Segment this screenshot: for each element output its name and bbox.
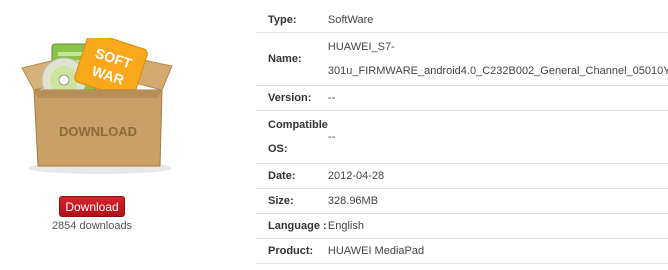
date-label: Date: (256, 163, 328, 189)
compatible-os-label: Compatible OS: (256, 110, 328, 164)
size-value: 328.96MB (327, 188, 668, 214)
info-row-size: Size: 328.96MB (256, 188, 668, 214)
file-info-table: Type: SoftWare Name: HUAWEI_S7- 301u_FIR… (256, 8, 668, 264)
language-label: Language : (256, 213, 328, 239)
version-label: Version: (256, 85, 328, 111)
download-button[interactable]: Download (59, 196, 125, 217)
type-label: Type: (256, 8, 328, 33)
info-row-product: Product: HUAWEI MediaPad (256, 238, 668, 264)
date-value: 2012-04-28 (327, 163, 668, 189)
compatible-os-value: -- (327, 110, 668, 164)
size-label: Size: (256, 188, 328, 214)
name-value-line2: 301u_FIRMWARE_android4.0_C232B002_Genera… (327, 65, 668, 77)
info-row-date: Date: 2012-04-28 (256, 163, 668, 189)
info-row-compatible-os: Compatible OS: -- (256, 110, 668, 164)
info-row-version: Version: -- (256, 85, 668, 111)
language-value: English (327, 213, 668, 239)
box-label: DOWNLOAD (59, 124, 137, 139)
name-value-line1: HUAWEI_S7- (327, 41, 395, 53)
name-label: Name: (256, 32, 328, 86)
compatible-os-label-line1: Compatible (268, 119, 328, 131)
download-panel: SOFT WAR DOWNLOAD Download 2854 download… (0, 0, 190, 270)
compatible-os-label-line2: OS: (268, 143, 288, 155)
name-value: HUAWEI_S7- 301u_FIRMWARE_android4.0_C232… (327, 32, 668, 86)
download-count: 2854 downloads (51, 220, 133, 232)
info-row-type: Type: SoftWare (256, 8, 668, 33)
product-label: Product: (256, 238, 328, 264)
info-row-name: Name: HUAWEI_S7- 301u_FIRMWARE_android4.… (256, 32, 668, 86)
version-value: -- (327, 85, 668, 111)
product-value: HUAWEI MediaPad (327, 238, 668, 264)
software-box-icon: SOFT WAR DOWNLOAD (21, 38, 173, 174)
type-value: SoftWare (327, 8, 668, 33)
info-row-language: Language : English (256, 213, 668, 239)
